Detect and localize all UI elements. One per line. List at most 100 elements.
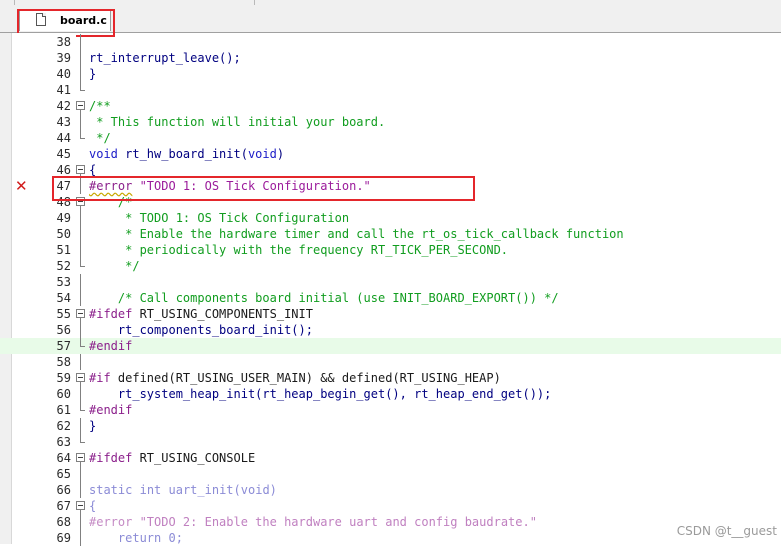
fold-line	[76, 34, 86, 50]
code-token: #ifdef	[89, 307, 133, 321]
line-number: 63	[56, 435, 71, 449]
code-text: /* Call components board initial (use IN…	[89, 290, 559, 306]
code-text: /**	[89, 98, 111, 114]
fold-line	[76, 210, 86, 226]
fold-toggle-icon[interactable]	[76, 306, 86, 322]
code-text: {	[89, 162, 96, 178]
line-number: 44	[56, 131, 71, 145]
code-line[interactable]: 67 {	[0, 498, 781, 514]
code-token: static	[89, 483, 133, 497]
code-text: #ifdef RT_USING_CONSOLE	[89, 450, 255, 466]
tab-board-c[interactable]: board.c	[19, 9, 111, 31]
code-token: /**	[89, 99, 111, 113]
code-line[interactable]: 66 static int uart_init(void)	[0, 482, 781, 498]
line-number: 56	[56, 323, 71, 337]
code-line[interactable]: 55 #ifdef RT_USING_COMPONENTS_INIT	[0, 306, 781, 322]
fold-line	[76, 386, 86, 402]
code-text: * TODO 1: OS Tick Configuration	[89, 210, 349, 226]
code-token: /*	[89, 195, 133, 209]
code-line[interactable]: 49 * TODO 1: OS Tick Configuration	[0, 210, 781, 226]
fold-line	[76, 514, 86, 530]
code-line[interactable]: 50 * Enable the hardware timer and call …	[0, 226, 781, 242]
code-line[interactable]: 45 void rt_hw_board_init(void)	[0, 146, 781, 162]
code-line[interactable]: 57 #endif	[0, 338, 781, 354]
code-editor[interactable]: 38 39 rt_interrupt_leave(); 40} 41 42/** 43 * …	[0, 33, 781, 546]
code-line[interactable]: 38	[0, 34, 781, 50]
fold-line	[76, 482, 86, 498]
line-number: 60	[56, 387, 71, 401]
fold-toggle-icon[interactable]	[76, 370, 86, 386]
code-token: /* Call components board initial (use IN…	[89, 291, 559, 305]
code-token: "TODO 1: OS Tick Configuration."	[132, 179, 371, 193]
fold-toggle-icon[interactable]	[76, 162, 86, 178]
line-number: 40	[56, 67, 71, 81]
code-line[interactable]: 63	[0, 434, 781, 450]
line-number: 48	[56, 195, 71, 209]
code-text: }	[89, 66, 96, 82]
code-token: {	[89, 163, 97, 177]
code-token: {	[89, 499, 97, 513]
code-line[interactable]: 39 rt_interrupt_leave();	[0, 50, 781, 66]
code-token: return 0;	[89, 531, 183, 545]
code-text: #ifdef RT_USING_COMPONENTS_INIT	[89, 306, 313, 322]
code-text: }	[89, 418, 96, 434]
line-number: 49	[56, 211, 71, 225]
code-text: rt_components_board_init();	[89, 322, 313, 338]
code-token: #endif	[89, 403, 133, 417]
code-token: RT_USING_CONSOLE	[132, 451, 256, 465]
code-line[interactable]: 43 * This function will initial your boa…	[0, 114, 781, 130]
line-number: 55	[56, 307, 71, 321]
fold-line	[76, 322, 86, 338]
code-line[interactable]: 61 #endif	[0, 402, 781, 418]
line-number: 65	[56, 467, 71, 481]
line-number: 52	[56, 259, 71, 273]
code-line[interactable]: 56 rt_components_board_init();	[0, 322, 781, 338]
code-line[interactable]: 62}	[0, 418, 781, 434]
line-number: 54	[56, 291, 71, 305]
code-text: rt_system_heap_init(rt_heap_begin_get(),…	[89, 386, 551, 402]
code-token: */	[89, 259, 140, 273]
code-text: #error "TODO 1: OS Tick Configuration."	[89, 178, 371, 194]
line-number: 38	[56, 35, 71, 49]
code-line[interactable]: 44 */	[0, 130, 781, 146]
fold-toggle-icon[interactable]	[76, 498, 86, 514]
fold-end	[76, 130, 86, 146]
code-line[interactable]: 47 #error "TODO 1: OS Tick Configuration.…	[0, 178, 781, 194]
code-line[interactable]: 46 {	[0, 162, 781, 178]
code-text: #endif	[89, 338, 132, 354]
line-number: 46	[56, 163, 71, 177]
fold-toggle-icon[interactable]	[76, 98, 86, 114]
fold-end	[76, 258, 86, 274]
code-text: */	[89, 130, 111, 146]
code-line[interactable]: 40}	[0, 66, 781, 82]
fold-line	[76, 226, 86, 242]
error-x-icon[interactable]: ✕	[15, 179, 28, 194]
fold-line	[76, 242, 86, 258]
code-line[interactable]: 68 #error "TODO 2: Enable the hardware ua…	[0, 514, 781, 530]
code-line[interactable]: 42 /**	[0, 98, 781, 114]
fold-toggle-icon[interactable]	[76, 194, 86, 210]
code-line[interactable]: 59 #if defined(RT_USING_USER_MAIN) && def…	[0, 370, 781, 386]
line-number: 59	[56, 371, 71, 385]
code-line[interactable]: 58	[0, 354, 781, 370]
code-line[interactable]: 41	[0, 82, 781, 98]
code-line[interactable]: 48 /*	[0, 194, 781, 210]
line-number: 67	[56, 499, 71, 513]
code-line[interactable]: 53	[0, 274, 781, 290]
fold-end	[76, 402, 86, 418]
code-text: * Enable the hardware timer and call the…	[89, 226, 624, 242]
fold-toggle-icon[interactable]	[76, 450, 86, 466]
code-line[interactable]: 52 */	[0, 258, 781, 274]
code-line[interactable]: 64 #ifdef RT_USING_CONSOLE	[0, 450, 781, 466]
code-token: void	[247, 147, 277, 161]
code-line[interactable]: 65	[0, 466, 781, 482]
code-line[interactable]: 51 * periodically with the frequency RT_…	[0, 242, 781, 258]
code-line[interactable]: 60 rt_system_heap_init(rt_heap_begin_get…	[0, 386, 781, 402]
line-number: 64	[56, 451, 71, 465]
code-token: */	[89, 131, 111, 145]
code-token: * This function will initial your board.	[89, 115, 386, 129]
editor-tab-bar: board.c	[0, 6, 781, 33]
fold-line	[76, 66, 86, 82]
code-line[interactable]: 54 /* Call components board initial (use…	[0, 290, 781, 306]
code-text: void rt_hw_board_init(void)	[89, 146, 284, 162]
